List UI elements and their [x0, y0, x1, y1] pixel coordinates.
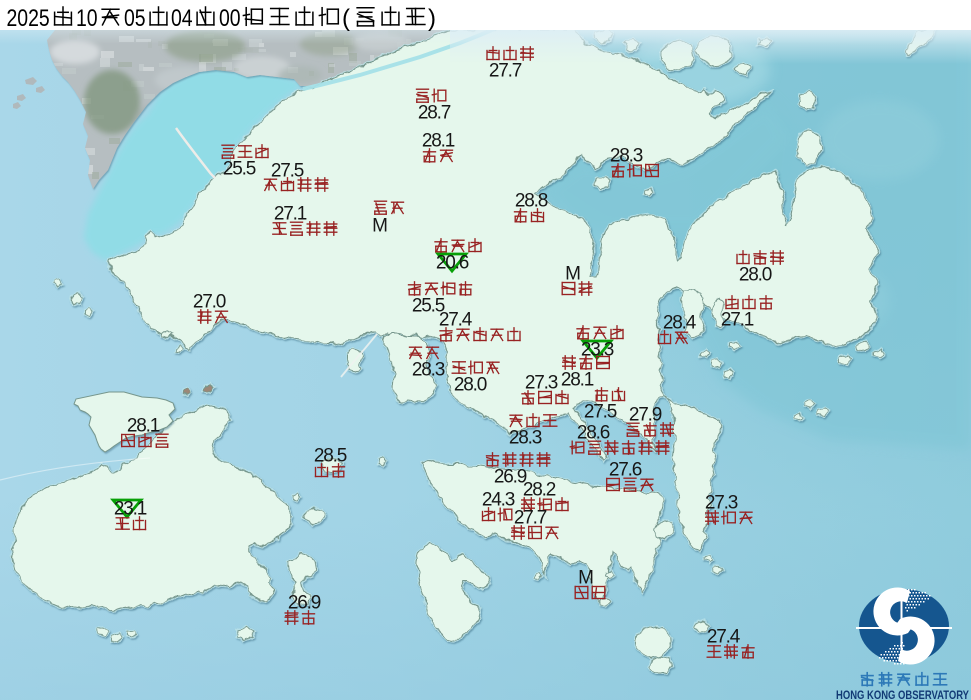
svg-text:): ) — [428, 5, 436, 32]
svg-text:M: M — [565, 264, 581, 285]
svg-text:26.9: 26.9 — [494, 467, 527, 488]
svg-text:04: 04 — [171, 5, 193, 32]
svg-text:M: M — [372, 216, 388, 237]
svg-text:27.6: 27.6 — [609, 460, 642, 481]
svg-text:28.1: 28.1 — [561, 370, 594, 391]
svg-text:25.5: 25.5 — [223, 159, 256, 180]
svg-text:05: 05 — [124, 5, 146, 32]
svg-text:27.3: 27.3 — [525, 373, 558, 394]
svg-text:24.3: 24.3 — [482, 490, 515, 511]
svg-text:27.3: 27.3 — [705, 493, 738, 514]
svg-text:27.7: 27.7 — [489, 61, 522, 82]
svg-text:28.0: 28.0 — [454, 375, 487, 396]
svg-text:2025: 2025 — [7, 5, 50, 32]
svg-text:27.9: 27.9 — [629, 405, 662, 426]
svg-text:28.0: 28.0 — [739, 265, 772, 286]
svg-text:26.9: 26.9 — [288, 593, 321, 614]
svg-text:28.1: 28.1 — [422, 131, 455, 152]
svg-text:(: ( — [342, 5, 350, 32]
svg-text:27.0: 27.0 — [193, 292, 226, 313]
svg-text:28.5: 28.5 — [314, 446, 347, 467]
svg-text:28.7: 28.7 — [418, 103, 451, 124]
svg-text:28.6: 28.6 — [577, 423, 610, 444]
svg-text:23.1: 23.1 — [114, 499, 147, 520]
svg-text:28.3: 28.3 — [509, 428, 542, 449]
svg-text:27.4: 27.4 — [707, 627, 741, 648]
svg-text:HONG KONG OBSERVATORY: HONG KONG OBSERVATORY — [836, 690, 969, 700]
svg-text:28.2: 28.2 — [523, 480, 556, 501]
svg-text:M: M — [578, 568, 594, 589]
svg-text:28.3: 28.3 — [610, 146, 643, 167]
svg-text:20.6: 20.6 — [436, 253, 469, 274]
svg-text:28.4: 28.4 — [663, 313, 697, 334]
svg-text:27.1: 27.1 — [274, 204, 307, 225]
svg-text:27.1: 27.1 — [721, 310, 754, 331]
svg-text:27.4: 27.4 — [439, 310, 473, 331]
svg-text:27.5: 27.5 — [584, 402, 617, 423]
svg-text:00: 00 — [219, 5, 241, 32]
svg-text:10: 10 — [76, 5, 98, 32]
svg-text:28.1: 28.1 — [127, 416, 160, 437]
svg-text:27.7: 27.7 — [514, 508, 547, 529]
svg-text:28.3: 28.3 — [412, 360, 445, 381]
